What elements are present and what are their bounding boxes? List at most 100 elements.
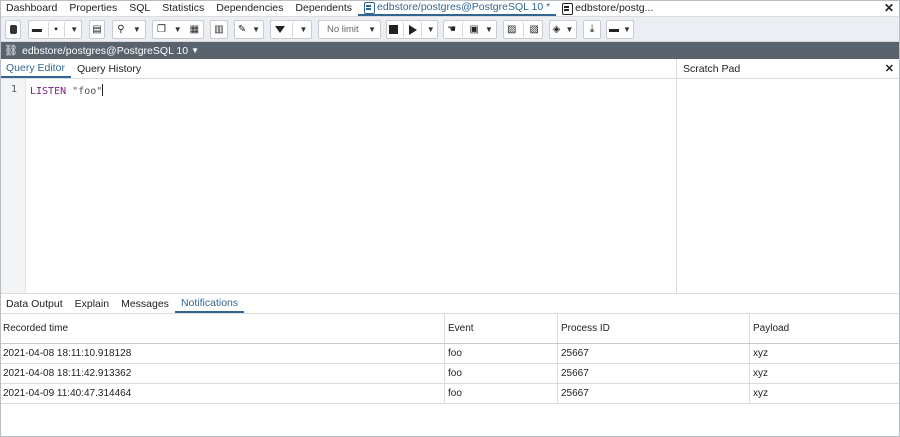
tab-label: Query Editor <box>6 61 65 74</box>
eraser-icon[interactable]: ◈ <box>553 24 561 35</box>
chevron-down-icon[interactable]: ▼ <box>174 25 182 34</box>
tab-data-output[interactable]: Data Output <box>0 294 69 313</box>
tab-label: Properties <box>69 2 118 14</box>
cell-process-id: 25667 <box>557 364 749 383</box>
filter-icon[interactable] <box>274 26 285 33</box>
output-tab-bar: Data Output Explain Messages Notificatio… <box>0 293 900 314</box>
explain-icon[interactable]: ☚ <box>447 24 456 35</box>
tab-label: Statistics <box>162 2 205 14</box>
table-row[interactable]: 2021-04-09 11:40:47.314464 foo 25667 xyz <box>0 384 900 404</box>
divider <box>421 22 423 37</box>
macros-icon[interactable]: ▬ <box>609 24 619 35</box>
divider <box>291 22 293 37</box>
chevron-down-icon[interactable]: ▼ <box>427 25 435 34</box>
tab-query-history[interactable]: Query History <box>71 59 147 78</box>
database-icon <box>9 25 17 34</box>
tab-messages[interactable]: Messages <box>115 294 175 313</box>
tab-label: SQL <box>129 2 151 14</box>
query-tool-icon <box>562 3 574 15</box>
copy-paste-group: ❐ ▼ ▦ <box>152 20 204 39</box>
tab-label: edbstore/postgres@PostgreSQL 10 * <box>377 1 551 13</box>
editor-tab-bar: Query Editor Query History <box>0 59 676 79</box>
stop-icon[interactable] <box>389 25 399 34</box>
cell-process-id: 25667 <box>557 344 749 363</box>
chevron-down-icon[interactable]: ▼ <box>623 25 631 34</box>
column-header-recorded-time[interactable]: Recorded time <box>0 314 444 343</box>
column-header-process-id[interactable]: Process ID <box>557 314 749 343</box>
open-file-icon[interactable]: ▬ <box>32 24 42 35</box>
save-icon[interactable]: ▪ <box>54 24 58 35</box>
chevron-down-icon[interactable]: ▼ <box>70 25 78 34</box>
query-tool-icon <box>364 2 376 14</box>
sql-argument: "foo" <box>72 86 103 97</box>
copy-icon[interactable]: ❐ <box>157 24 166 35</box>
text-cursor <box>102 84 104 96</box>
explain-button-group: ☚ ▣ ▼ <box>443 20 497 39</box>
edit-icon[interactable]: ✎ <box>238 24 246 35</box>
save-data-button[interactable]: ▤ <box>89 20 105 39</box>
sql-editor[interactable]: 1 LISTEN "foo" <box>0 79 676 293</box>
cell-recorded-time: 2021-04-08 18:11:42.913362 <box>3 368 132 379</box>
paste-icon[interactable]: ▦ <box>190 24 199 35</box>
cell-recorded-time: 2021-04-09 11:40:47.314464 <box>3 388 132 399</box>
cell-payload: xyz <box>749 364 900 383</box>
commit-icon[interactable]: ▨ <box>507 24 516 35</box>
tab-properties[interactable]: Properties <box>63 0 123 16</box>
transaction-button-group: ▨ ▧ <box>503 20 543 39</box>
tab-dependencies[interactable]: Dependencies <box>210 0 289 16</box>
macros-button-group: ▬ ▼ <box>606 20 634 39</box>
delete-button[interactable]: ▥ <box>210 20 228 39</box>
chevron-down-icon: ▼ <box>368 24 376 34</box>
scratch-pad-title: Scratch Pad <box>683 62 741 75</box>
tab-sql[interactable]: SQL <box>123 0 156 16</box>
open-query-tool-button[interactable] <box>5 20 21 39</box>
cell-payload: xyz <box>749 344 900 363</box>
chevron-down-icon[interactable]: ▼ <box>300 25 308 34</box>
tab-query-editor[interactable]: Query Editor <box>0 59 71 78</box>
clear-button-group: ◈ ▼ <box>549 20 577 39</box>
connection-bar[interactable]: ⛓ edbstore/postgres@PostgreSQL 10 ▼ <box>0 42 900 59</box>
tab-dashboard[interactable]: Dashboard <box>0 0 63 16</box>
chevron-down-icon[interactable]: ▼ <box>485 25 493 34</box>
execute-icon[interactable] <box>408 24 417 35</box>
filter-button-group: ▼ <box>270 20 312 39</box>
row-limit-select[interactable]: No limit ▼ <box>318 20 381 39</box>
column-header-event[interactable]: Event <box>444 314 557 343</box>
search-icon[interactable]: ⚲ <box>117 24 124 35</box>
divider <box>522 22 524 37</box>
explain-analyze-icon[interactable]: ▣ <box>469 24 478 35</box>
trash-icon: ▥ <box>214 23 224 35</box>
download-icon: ⤓ <box>589 23 595 35</box>
tab-query-tool-second[interactable]: edbstore/postg... <box>556 0 659 16</box>
table-row[interactable]: 2021-04-08 18:11:10.918128 foo 25667 xyz <box>0 344 900 364</box>
close-icon[interactable]: ✕ <box>885 62 894 75</box>
table-row[interactable]: 2021-04-08 18:11:42.913362 foo 25667 xyz <box>0 364 900 384</box>
link-icon: ⛓ <box>4 45 18 57</box>
tab-query-tool-active[interactable]: edbstore/postgres@PostgreSQL 10 * <box>358 0 557 16</box>
column-header-payload[interactable]: Payload <box>749 314 900 343</box>
rollback-icon[interactable]: ▧ <box>530 24 539 35</box>
tab-dependents[interactable]: Dependents <box>289 0 358 16</box>
chevron-down-icon[interactable]: ▼ <box>565 25 573 34</box>
top-tab-bar: Dashboard Properties SQL Statistics Depe… <box>0 0 900 17</box>
tab-notifications[interactable]: Notifications <box>174 294 245 313</box>
chevron-down-icon: ▼ <box>191 46 200 55</box>
execute-button-group: ▼ <box>386 20 438 39</box>
scratch-pad-header: Scratch Pad ✕ <box>676 59 900 79</box>
cell-event: foo <box>444 364 557 383</box>
results-empty-area <box>0 405 900 437</box>
scratch-pad-area[interactable] <box>676 79 900 293</box>
tab-label: Messages <box>121 297 169 310</box>
sql-keyword: LISTEN <box>30 86 67 97</box>
cell-recorded-time: 2021-04-08 18:11:10.918128 <box>3 348 132 359</box>
cell-process-id: 25667 <box>557 384 749 403</box>
chevron-down-icon[interactable]: ▼ <box>252 25 260 34</box>
divider <box>47 22 49 37</box>
tab-statistics[interactable]: Statistics <box>156 0 210 16</box>
download-button[interactable]: ⤓ <box>583 20 601 39</box>
code-line[interactable]: LISTEN "foo" <box>30 84 104 97</box>
tab-label: Explain <box>74 297 110 310</box>
tab-explain[interactable]: Explain <box>69 294 115 313</box>
chevron-down-icon[interactable]: ▼ <box>133 25 141 34</box>
close-icon[interactable]: ✕ <box>884 1 894 15</box>
